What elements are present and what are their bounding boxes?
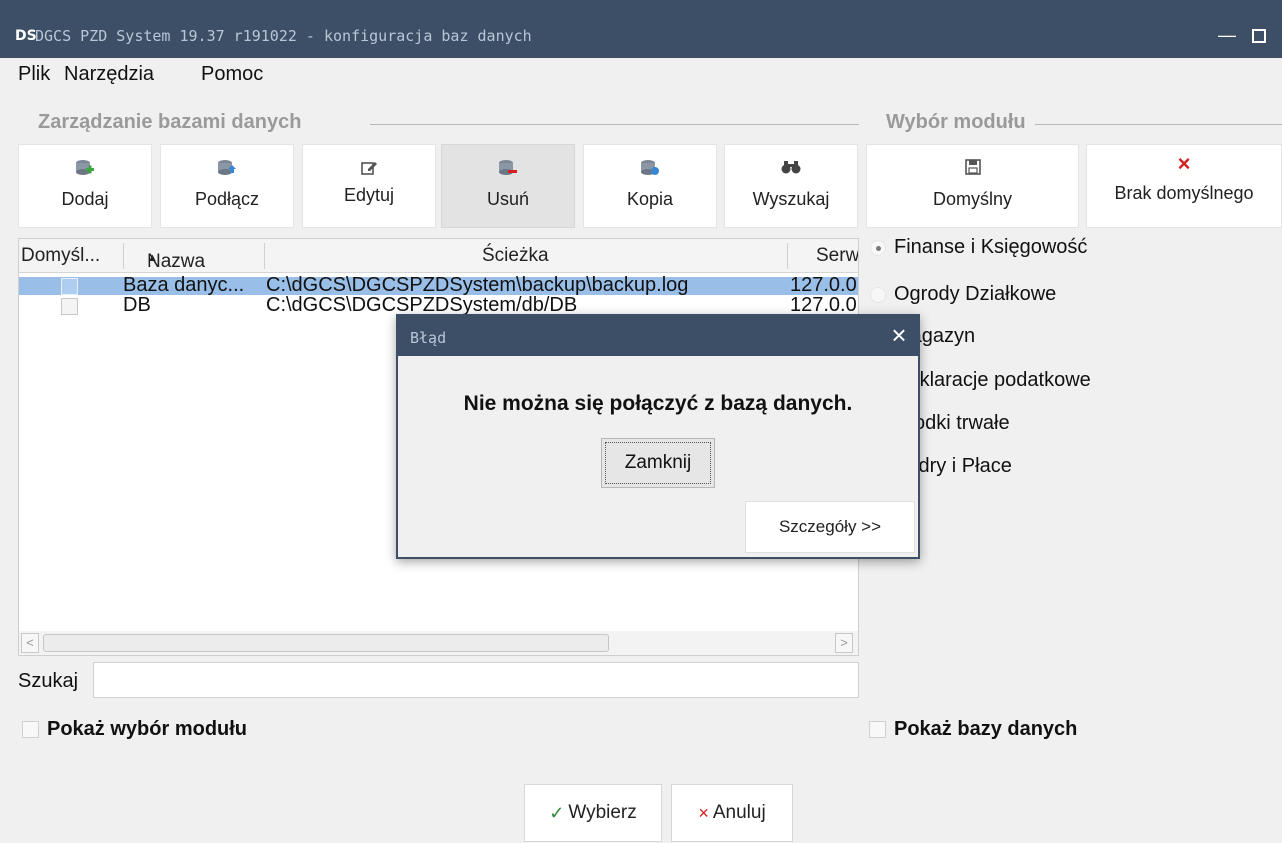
module-radio-finance[interactable]: Finanse i Księgowość bbox=[870, 236, 1087, 259]
col-name-label: Nazwa bbox=[147, 251, 206, 272]
column-separator bbox=[787, 243, 788, 269]
edit-database-label: Edytuj bbox=[343, 185, 395, 205]
radio-dot[interactable] bbox=[870, 286, 886, 303]
scrollbar-thumb[interactable] bbox=[43, 634, 609, 652]
db-backup-icon bbox=[584, 159, 716, 177]
table-row[interactable]: DB C:\dGCS\DGCSPZDSystem/db/DB 127.0.0.1 bbox=[19, 294, 858, 316]
backup-database-button[interactable]: Kopia bbox=[583, 144, 717, 228]
check-icon: ✓ bbox=[549, 802, 565, 823]
binoculars-icon bbox=[725, 159, 857, 177]
table-header: Domyśl... Nazwa ▲ Ścieżka Serw bbox=[19, 239, 858, 273]
module-radio-gardens[interactable]: Ogrody Działkowe bbox=[870, 283, 1056, 306]
select-button[interactable]: ✓ Wybierz bbox=[524, 784, 662, 842]
menu-plik[interactable]: Plik bbox=[18, 63, 50, 86]
add-database-button[interactable]: Dodaj bbox=[18, 144, 152, 228]
set-default-button[interactable]: Domyślny bbox=[866, 144, 1079, 228]
module-label: Ogrody Działkowe bbox=[894, 283, 1057, 305]
edit-database-button[interactable]: Edytuj bbox=[302, 144, 436, 228]
cancel-label: Anuluj bbox=[712, 802, 766, 823]
red-x-glyph: × bbox=[1177, 151, 1191, 176]
module-label: Deklaracje podatkowe bbox=[894, 369, 1091, 391]
db-section-title: Zarządzanie bazami danych bbox=[38, 111, 302, 133]
scroll-left-icon[interactable]: < bbox=[21, 633, 39, 653]
connect-database-label: Podłącz bbox=[194, 189, 260, 209]
scroll-right-icon[interactable]: > bbox=[835, 633, 853, 653]
cancel-button[interactable]: × Anuluj bbox=[671, 784, 793, 842]
col-name[interactable]: Nazwa ▲ bbox=[147, 245, 205, 272]
maximize-button[interactable] bbox=[1246, 22, 1272, 48]
cancel-x-icon: × bbox=[698, 802, 709, 823]
set-default-label: Domyślny bbox=[932, 189, 1012, 209]
minimize-button[interactable]: — bbox=[1214, 22, 1240, 48]
search-database-button[interactable]: Wyszukaj bbox=[724, 144, 858, 228]
default-checkbox[interactable] bbox=[61, 278, 78, 295]
module-section-divider bbox=[1035, 124, 1282, 125]
details-button[interactable]: Szczegóły >> bbox=[745, 501, 915, 553]
radio-dot[interactable] bbox=[870, 239, 886, 256]
connect-database-button[interactable]: Podłącz bbox=[160, 144, 294, 228]
menu-narzedzia[interactable]: Narzędzia bbox=[64, 63, 154, 86]
error-dialog: Błąd × Nie można się połączyć z bazą dan… bbox=[396, 314, 920, 559]
default-checkbox[interactable] bbox=[61, 298, 78, 315]
module-label: Finanse i Księgowość bbox=[894, 236, 1088, 258]
search-label: Szukaj bbox=[18, 670, 79, 692]
red-x-icon: × bbox=[1087, 151, 1281, 176]
show-modules-label: Pokaż wybór modułu bbox=[47, 718, 248, 740]
col-server[interactable]: Serw bbox=[816, 245, 858, 267]
show-databases-label: Pokaż bazy danych bbox=[894, 718, 1078, 740]
close-icon[interactable]: × bbox=[884, 320, 914, 350]
dialog-title: Błąd bbox=[410, 329, 447, 347]
select-label: Wybierz bbox=[568, 802, 637, 823]
no-default-label: Brak domyślnego bbox=[1114, 183, 1254, 203]
minimize-icon: — bbox=[1218, 25, 1236, 45]
db-delete-icon bbox=[442, 159, 574, 177]
delete-database-label: Usuń bbox=[486, 189, 530, 209]
add-database-label: Dodaj bbox=[61, 189, 109, 209]
save-icon bbox=[867, 159, 1078, 177]
no-default-button[interactable]: × Brak domyślnego bbox=[1086, 144, 1282, 228]
backup-database-label: Kopia bbox=[626, 189, 674, 209]
db-add-icon bbox=[19, 159, 151, 177]
column-separator bbox=[123, 243, 124, 269]
dialog-close-button[interactable]: Zamknij bbox=[601, 438, 715, 488]
delete-database-button[interactable]: Usuń bbox=[441, 144, 575, 228]
window-title: DGCS PZD System 19.37 r191022 - konfigur… bbox=[35, 27, 532, 45]
db-section-divider bbox=[370, 124, 859, 125]
error-message: Nie można się połączyć z bazą danych. bbox=[463, 392, 853, 415]
checkbox-box[interactable] bbox=[22, 721, 39, 738]
column-separator bbox=[264, 243, 265, 269]
maximize-icon bbox=[1252, 29, 1266, 44]
dialog-titlebar: Błąd × bbox=[398, 316, 918, 356]
window-titlebar: DS DGCS PZD System 19.37 r191022 - konfi… bbox=[0, 0, 1282, 58]
show-modules-checkbox[interactable]: Pokaż wybór modułu bbox=[22, 718, 247, 741]
search-database-label: Wyszukaj bbox=[752, 189, 830, 209]
module-section-title: Wybór modułu bbox=[886, 111, 1026, 133]
menu-pomoc[interactable]: Pomoc bbox=[201, 63, 263, 86]
db-connect-icon bbox=[161, 159, 293, 177]
edit-icon bbox=[303, 159, 435, 177]
show-databases-checkbox[interactable]: Pokaż bazy danych bbox=[869, 718, 1077, 741]
horizontal-scrollbar[interactable]: < > bbox=[19, 631, 858, 655]
col-default[interactable]: Domyśl... bbox=[21, 245, 100, 267]
col-path[interactable]: Ścieżka bbox=[482, 245, 549, 267]
table-row[interactable]: Baza danyc... C:\dGCS\DGCSPZDSystem\back… bbox=[19, 274, 858, 296]
dialog-close-label: Zamknij bbox=[605, 442, 711, 484]
app-logo: DS bbox=[15, 28, 37, 44]
search-input[interactable] bbox=[93, 662, 859, 698]
checkbox-box[interactable] bbox=[869, 721, 886, 738]
menu-bar: Plik Narzędzia Pomoc bbox=[0, 58, 1282, 92]
row-name: DB bbox=[123, 294, 151, 316]
